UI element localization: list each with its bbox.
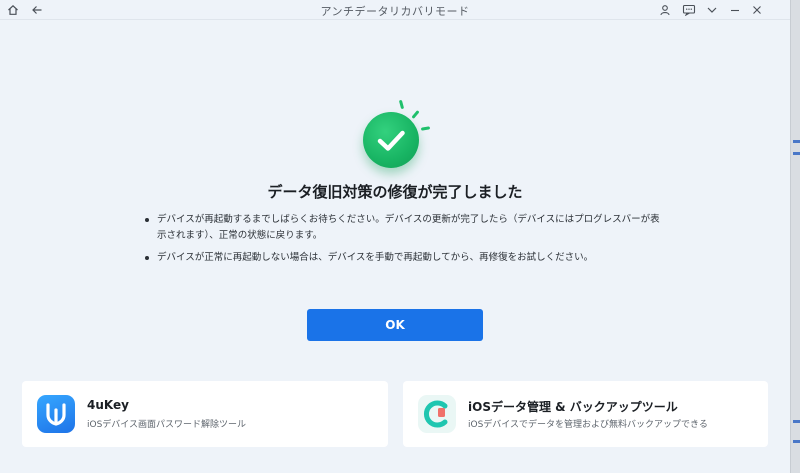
card-description: iOSデバイス画面パスワード解除ツール <box>87 420 247 430</box>
sparkle-ray <box>420 126 431 131</box>
card-4ukey[interactable]: 4uKey iOSデバイス画面パスワード解除ツール <box>22 381 388 447</box>
card-description: iOSデバイスでデータを管理および無料バックアップできる <box>468 420 708 430</box>
page-title: データ復旧対策の修復が完了しました <box>267 183 523 201</box>
close-icon[interactable] <box>747 0 767 20</box>
card-ios-data-manager[interactable]: iOSデータ管理 & バックアップツール iOSデバイスでデータを管理および無料… <box>403 381 768 447</box>
background-window-edge <box>790 0 800 473</box>
check-circle-icon <box>363 112 419 168</box>
ok-button[interactable]: OK <box>307 309 483 341</box>
4ukey-logo-icon <box>37 395 75 433</box>
card-title: 4uKey <box>87 398 129 412</box>
user-icon[interactable] <box>655 0 675 20</box>
ios-data-manager-logo-icon <box>418 395 456 433</box>
card-title: iOSデータ管理 & バックアップツール <box>468 400 678 414</box>
instruction-item: デバイスが再起動するまでしばらくお待ちください。デバイスの更新が完了したら（デバ… <box>145 212 660 244</box>
instruction-list: デバイスが再起動するまでしばらくお待ちください。デバイスの更新が完了したら（デバ… <box>145 212 660 272</box>
feedback-icon[interactable] <box>679 0 699 20</box>
instruction-item: デバイスが正常に再起動しない場合は、デバイスを手動で再起動してから、再修復をお試… <box>145 250 660 266</box>
chevron-down-icon[interactable] <box>702 0 722 20</box>
title-bar: アンチデータリカバリモード <box>0 0 790 20</box>
minimize-icon[interactable] <box>725 0 745 20</box>
sparkle-ray <box>398 99 405 110</box>
